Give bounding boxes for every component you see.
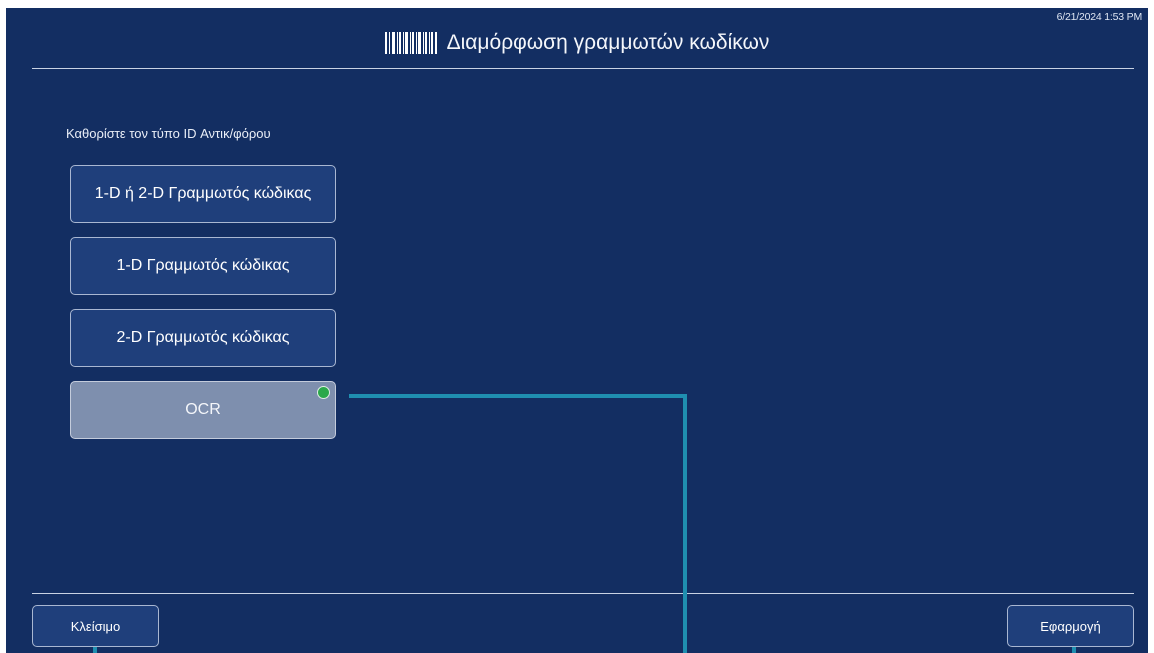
callout-line-apply xyxy=(1072,647,1076,653)
screen: 6/21/2024 1:53 PM Διαμόρφωση γραμμωτών κ… xyxy=(0,0,1154,653)
barcode-config-panel: 6/21/2024 1:53 PM Διαμόρφωση γραμμωτών κ… xyxy=(6,8,1148,653)
option-ocr[interactable]: OCR xyxy=(70,381,336,439)
option-label: 1-D ή 2-D Γραμμωτός κώδικας xyxy=(94,185,312,202)
page-title: Διαμόρφωση γραμμωτών κωδίκων xyxy=(446,31,770,54)
apply-button-label: Εφαρμογή xyxy=(1040,618,1101,634)
id-type-prompt: Καθορίστε τον τύπο ID Αντικ/φόρου xyxy=(66,126,271,141)
close-button[interactable]: Κλείσιμο xyxy=(32,605,159,647)
option-2d-barcode[interactable]: 2-D Γραμμωτός κώδικας xyxy=(70,309,336,367)
callout-line-close xyxy=(93,647,97,653)
option-1d-or-2d-barcode[interactable]: 1-D ή 2-D Γραμμωτός κώδικας xyxy=(70,165,336,223)
callout-line-ocr-vertical xyxy=(683,394,687,653)
option-label: 1-D Γραμμωτός κώδικας xyxy=(116,257,290,274)
header: Διαμόρφωση γραμμωτών κωδίκων xyxy=(6,26,1148,60)
header-divider xyxy=(32,68,1134,69)
apply-button[interactable]: Εφαρμογή xyxy=(1007,605,1134,647)
timestamp: 6/21/2024 1:53 PM xyxy=(1056,11,1143,23)
barcode-icon xyxy=(384,32,437,54)
option-label: 2-D Γραμμωτός κώδικας xyxy=(116,329,290,346)
selected-indicator-icon xyxy=(317,386,330,399)
option-1d-barcode[interactable]: 1-D Γραμμωτός κώδικας xyxy=(70,237,336,295)
callout-line-ocr-horizontal xyxy=(349,394,687,398)
footer-divider xyxy=(32,593,1134,594)
close-button-label: Κλείσιμο xyxy=(70,618,121,634)
option-label: OCR xyxy=(185,401,221,418)
